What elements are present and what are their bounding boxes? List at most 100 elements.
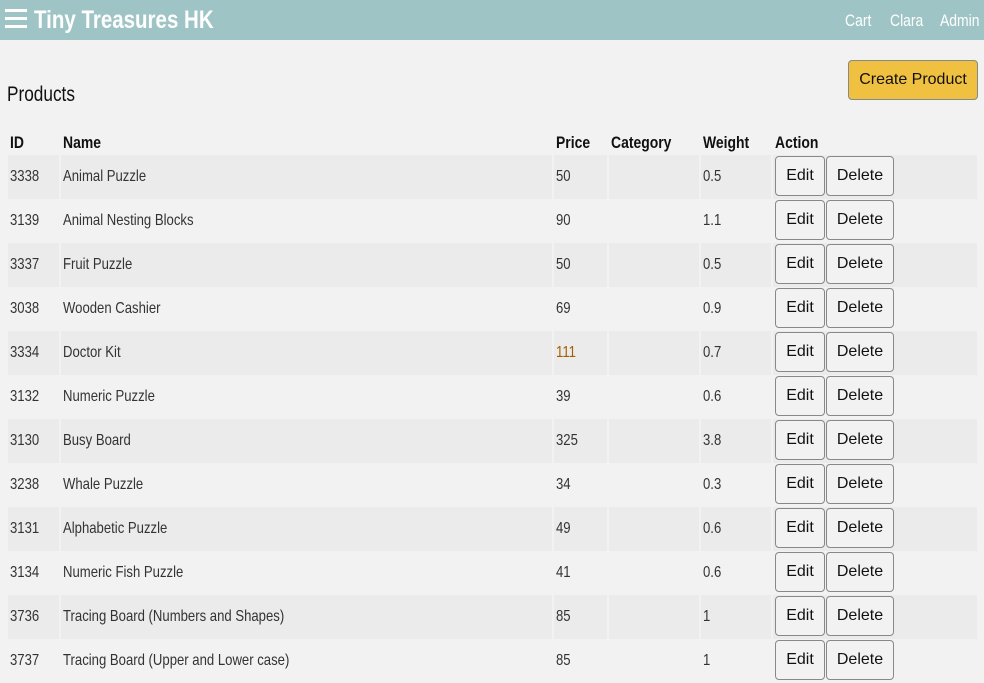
delete-button[interactable]: Delete (826, 552, 894, 592)
delete-button[interactable]: Delete (826, 464, 894, 504)
cell-action: Edit Delete (773, 507, 977, 551)
table-row: 3139 Animal Nesting Blocks 90 1.1 Edit Delete (8, 199, 977, 243)
table-row: 3338 Animal Puzzle 50 0.5 Edit Delete (8, 155, 977, 199)
cell-id: 3337 (8, 243, 59, 287)
cell-name: Alphabetic Puzzle (61, 507, 552, 551)
cell-weight: 3.8 (701, 419, 771, 463)
cell-weight: 0.9 (703, 300, 722, 317)
cell-action: Edit Delete (773, 595, 977, 639)
cell-action: Edit Delete (773, 551, 977, 595)
cell-price: 111 (554, 331, 607, 375)
cell-id: 3338 (8, 155, 59, 199)
delete-button[interactable]: Delete (826, 244, 894, 284)
delete-button[interactable]: Delete (826, 376, 894, 416)
brand-logo[interactable]: Tiny Treasures HK (34, 6, 214, 35)
cell-name: Tracing Board (Upper and Lower case) (63, 652, 290, 669)
cell-category (609, 595, 699, 639)
create-product-button[interactable]: Create Product (848, 60, 978, 100)
cell-category (609, 463, 699, 507)
cell-action: Edit Delete (773, 419, 977, 463)
edit-button[interactable]: Edit (775, 596, 825, 636)
nav-cart-link[interactable]: Cart (845, 11, 871, 31)
cell-action: Edit Delete (773, 155, 977, 199)
edit-button[interactable]: Edit (775, 640, 825, 680)
table-row: 3238 Whale Puzzle 34 0.3 Edit Delete (8, 463, 977, 507)
top-navbar: Tiny Treasures HK Cart Clara Admin (0, 0, 984, 40)
edit-button[interactable]: Edit (775, 508, 825, 548)
cell-price: 39 (556, 388, 571, 405)
cell-name: Wooden Cashier (63, 300, 161, 317)
column-header-name: Name (63, 132, 101, 152)
cell-price: 50 (554, 243, 607, 287)
cell-name: Whale Puzzle (63, 476, 144, 493)
edit-button[interactable]: Edit (775, 200, 825, 240)
hamburger-menu-icon[interactable] (5, 9, 27, 29)
cell-category (609, 639, 699, 683)
cell-category (609, 243, 699, 287)
delete-button[interactable]: Delete (826, 596, 894, 636)
table-row: 3038 Wooden Cashier 69 0.9 Edit Delete (8, 287, 977, 331)
delete-button[interactable]: Delete (826, 156, 894, 196)
cell-weight: 0.6 (701, 507, 771, 551)
table-header-row: ID Name Price Category Weight Action (8, 130, 977, 155)
edit-button[interactable]: Edit (775, 420, 825, 460)
products-table: ID Name Price Category Weight Action 333… (6, 130, 979, 683)
cell-category (609, 419, 699, 463)
cell-id: 3736 (8, 595, 59, 639)
cell-name: Fruit Puzzle (61, 243, 552, 287)
cell-category (609, 507, 699, 551)
cell-action: Edit Delete (773, 463, 977, 507)
cell-price: 41 (556, 564, 571, 581)
cell-category (609, 375, 699, 419)
cell-weight: 1 (703, 652, 711, 669)
edit-button[interactable]: Edit (775, 552, 825, 592)
cell-id: 3132 (10, 388, 40, 405)
edit-button[interactable]: Edit (775, 288, 825, 328)
table-row: 3130 Busy Board 325 3.8 Edit Delete (8, 419, 977, 463)
cell-action: Edit Delete (773, 375, 977, 419)
column-header-action: Action (775, 132, 819, 152)
delete-button[interactable]: Delete (826, 332, 894, 372)
edit-button[interactable]: Edit (775, 244, 825, 284)
table-row: 3736 Tracing Board (Numbers and Shapes) 85… (8, 595, 977, 639)
cell-weight: 0.7 (701, 331, 771, 375)
delete-button[interactable]: Delete (826, 200, 894, 240)
edit-button[interactable]: Edit (775, 464, 825, 504)
cell-price: 325 (554, 419, 607, 463)
cell-price: 85 (556, 652, 571, 669)
cell-action: Edit Delete (773, 243, 977, 287)
cell-id: 3334 (8, 331, 59, 375)
cell-weight: 0.6 (703, 388, 722, 405)
cell-price: 50 (554, 155, 607, 199)
cell-action: Edit Delete (773, 331, 977, 375)
nav-admin-link[interactable]: Admin (940, 11, 980, 31)
cell-price: 69 (556, 300, 571, 317)
cell-price: 34 (556, 476, 571, 493)
cell-name: Busy Board (61, 419, 552, 463)
cell-weight: 1.1 (703, 212, 722, 229)
column-header-price: Price (556, 132, 591, 152)
cell-name: Numeric Fish Puzzle (63, 564, 184, 581)
delete-button[interactable]: Delete (826, 508, 894, 548)
cell-price: 49 (554, 507, 607, 551)
delete-button[interactable]: Delete (826, 640, 894, 680)
table-row: 3131 Alphabetic Puzzle 49 0.6 Edit Delete (8, 507, 977, 551)
table-row: 3337 Fruit Puzzle 50 0.5 Edit Delete (8, 243, 977, 287)
cell-action: Edit Delete (773, 639, 977, 683)
edit-button[interactable]: Edit (775, 332, 825, 372)
cell-name: Doctor Kit (61, 331, 552, 375)
delete-button[interactable]: Delete (826, 420, 894, 460)
cell-name: Tracing Board (Numbers and Shapes) (61, 595, 552, 639)
cell-weight: 0.5 (701, 155, 771, 199)
delete-button[interactable]: Delete (826, 288, 894, 328)
page-title: Products (7, 83, 75, 106)
edit-button[interactable]: Edit (775, 156, 825, 196)
cell-price: 90 (556, 212, 571, 229)
cell-weight: 0.3 (703, 476, 722, 493)
nav-user-link[interactable]: Clara (890, 11, 923, 31)
edit-button[interactable]: Edit (775, 376, 825, 416)
cell-name: Animal Puzzle (61, 155, 552, 199)
cell-price: 85 (554, 595, 607, 639)
cell-category (609, 155, 699, 199)
column-header-category: Category (611, 132, 672, 152)
